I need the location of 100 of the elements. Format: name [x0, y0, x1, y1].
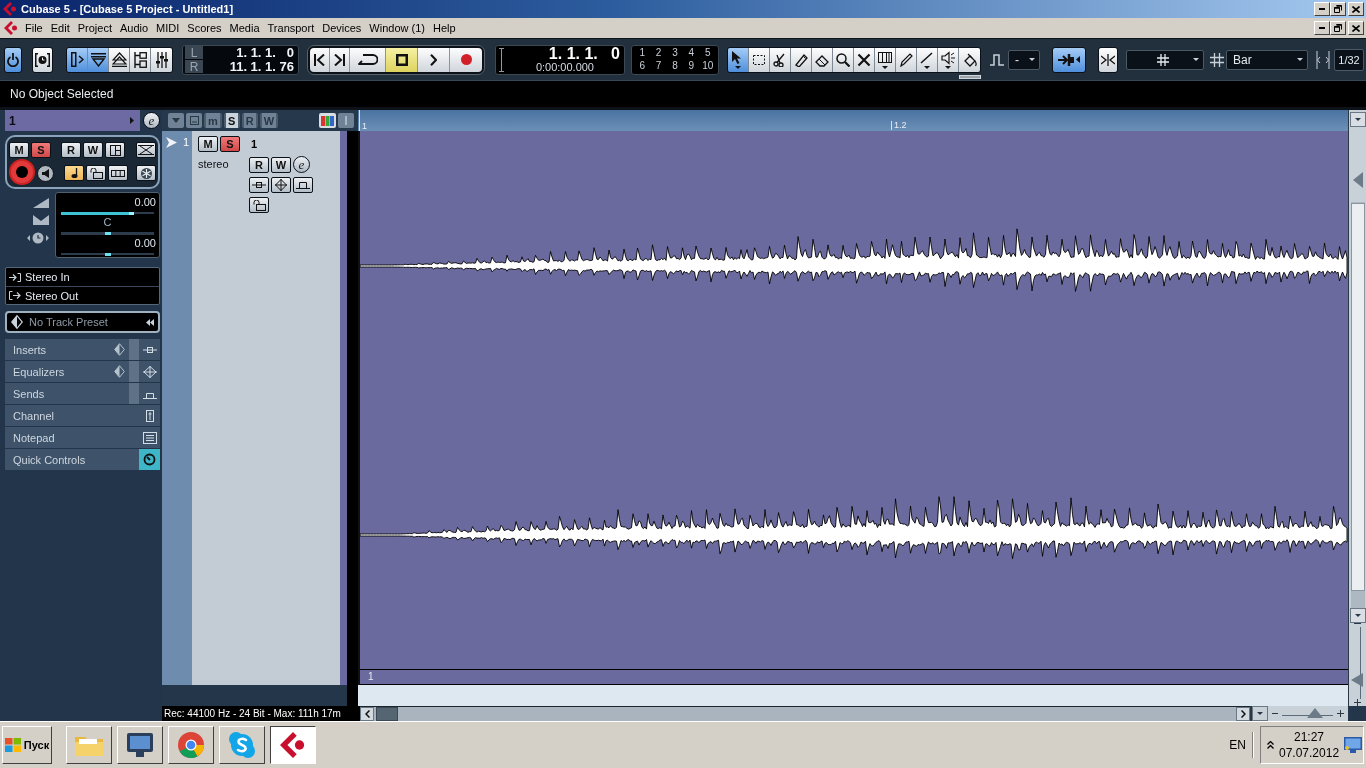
- global-state-button[interactable]: S: [223, 113, 240, 128]
- zero-crossing-button[interactable]: [1098, 46, 1118, 73]
- marker-button[interactable]: 4: [687, 47, 696, 59]
- read-button[interactable]: R: [61, 142, 81, 158]
- view-toggle-button[interactable]: [88, 47, 109, 72]
- output-routing-field[interactable]: Stereo Out: [6, 286, 159, 304]
- inspector-section-header[interactable]: Notepad: [5, 427, 160, 448]
- erase-tool-button[interactable]: [812, 47, 833, 72]
- locator-value[interactable]: 11. 1. 1. 76: [229, 60, 294, 73]
- editor-button[interactable]: [105, 142, 125, 158]
- close-button[interactable]: [1348, 2, 1364, 16]
- divider-toggle-button[interactable]: [338, 113, 354, 128]
- language-indicator[interactable]: EN: [1229, 738, 1246, 752]
- minimize-button[interactable]: [1314, 2, 1330, 16]
- inspector-section-header[interactable]: Channel: [5, 405, 160, 426]
- freeze-button[interactable]: [136, 165, 156, 181]
- view-toggle-button[interactable]: [67, 47, 88, 72]
- delay-value[interactable]: 0.00: [59, 236, 156, 249]
- menu-item[interactable]: Project: [73, 20, 116, 36]
- marker-button[interactable]: 2: [654, 47, 663, 59]
- mute-button[interactable]: M: [198, 136, 218, 152]
- delay-slider[interactable]: [61, 252, 154, 255]
- audio-event[interactable]: 1: [358, 131, 1348, 685]
- sends-bypass-button[interactable]: [293, 177, 313, 193]
- position-display[interactable]: 1. 1. 1. 0: [548, 46, 620, 62]
- go-to-end-button[interactable]: [330, 47, 350, 72]
- track-name-bar[interactable]: 1: [5, 110, 140, 131]
- pan-value[interactable]: C: [59, 216, 156, 229]
- solo-button[interactable]: S: [220, 136, 240, 152]
- scrollbar-thumb[interactable]: [376, 707, 398, 721]
- timebase-button[interactable]: [64, 165, 84, 181]
- inserts-bypass-button[interactable]: [249, 177, 269, 193]
- edit-button[interactable]: e: [143, 112, 160, 129]
- slider-thumb[interactable]: [1350, 673, 1363, 688]
- go-to-start-button[interactable]: [310, 47, 330, 72]
- clock-time[interactable]: 21:27: [1294, 729, 1325, 745]
- volume-slider[interactable]: [61, 212, 154, 215]
- line-tool-button[interactable]: [917, 47, 938, 72]
- solo-button[interactable]: S: [31, 142, 51, 158]
- inspector-section-header[interactable]: Sends: [5, 383, 160, 404]
- taskbar-button[interactable]: [270, 726, 316, 764]
- menu-item[interactable]: Audio: [115, 20, 153, 36]
- slider-thumb[interactable]: [1306, 708, 1323, 718]
- restore-button[interactable]: [1330, 2, 1346, 16]
- slider-thumb[interactable]: [104, 252, 111, 256]
- horizontal-scrollbar[interactable]: [360, 706, 1250, 721]
- scroll-left-button[interactable]: [360, 707, 374, 721]
- lanes-button[interactable]: [136, 142, 156, 158]
- lanes-view-button[interactable]: [108, 165, 128, 181]
- marker-button[interactable]: 8: [671, 60, 679, 72]
- zoom-tool-button[interactable]: [833, 47, 854, 72]
- record-button[interactable]: [450, 47, 482, 72]
- marker-button[interactable]: 5: [704, 47, 712, 59]
- lock-button[interactable]: [249, 197, 269, 213]
- track-colors-button[interactable]: [319, 113, 336, 128]
- stop-button[interactable]: [386, 47, 418, 72]
- inspector-section-header[interactable]: Equalizers: [5, 361, 160, 382]
- lock-button[interactable]: [86, 165, 106, 181]
- start-button[interactable]: Пуск: [2, 726, 52, 764]
- quantize-field[interactable]: 1/32: [1334, 48, 1364, 71]
- inspector-section-header[interactable]: Quick Controls: [5, 449, 160, 470]
- grid-dropdown[interactable]: Bar: [1226, 49, 1308, 70]
- snap-button[interactable]: [1052, 46, 1086, 73]
- draw-tool-button[interactable]: [896, 47, 917, 72]
- clock-date[interactable]: 07.07.2012: [1279, 745, 1340, 761]
- grid-type-dropdown[interactable]: [1126, 49, 1204, 70]
- mute-tool-button[interactable]: [854, 47, 875, 72]
- marker-button[interactable]: 10: [701, 60, 715, 72]
- inspector-section-header[interactable]: Inserts: [5, 339, 160, 360]
- scroll-right-button[interactable]: [1236, 707, 1250, 721]
- menu-item[interactable]: Devices: [318, 20, 366, 36]
- slider-thumb[interactable]: [104, 232, 111, 236]
- marker-button[interactable]: 3: [671, 47, 679, 59]
- close-button[interactable]: [1348, 21, 1364, 35]
- volume-value[interactable]: 0.00: [59, 196, 156, 208]
- edit-button[interactable]: e: [293, 156, 310, 173]
- split-tool-button[interactable]: [770, 47, 791, 72]
- value-dropdown[interactable]: -: [1008, 49, 1040, 70]
- write-button[interactable]: W: [271, 156, 291, 173]
- collapse-button[interactable]: [168, 113, 184, 128]
- eq-bypass-button[interactable]: [271, 177, 291, 193]
- menu-item[interactable]: File: [21, 20, 47, 36]
- write-button[interactable]: W: [83, 142, 103, 158]
- range-tool-button[interactable]: [749, 47, 770, 72]
- selection-tool-button[interactable]: [728, 47, 749, 72]
- menu-item[interactable]: Scores: [183, 20, 226, 36]
- mute-button[interactable]: M: [9, 142, 29, 158]
- scroll-down-button[interactable]: [1349, 608, 1366, 623]
- input-routing-field[interactable]: Stereo In: [6, 268, 159, 286]
- activate-button[interactable]: [4, 46, 22, 73]
- monitor-button[interactable]: [37, 164, 54, 182]
- menu-item[interactable]: Window (1): [365, 20, 429, 36]
- minimize-button[interactable]: [1314, 21, 1330, 35]
- glue-tool-button[interactable]: [791, 47, 812, 72]
- color-tool-button[interactable]: [959, 47, 980, 72]
- track-preset-field[interactable]: No Track Preset: [5, 311, 160, 333]
- play-tool-button[interactable]: [938, 47, 959, 72]
- restore-button[interactable]: [1330, 21, 1346, 35]
- menu-item[interactable]: Media: [225, 20, 264, 36]
- marker-button[interactable]: 1: [638, 47, 646, 59]
